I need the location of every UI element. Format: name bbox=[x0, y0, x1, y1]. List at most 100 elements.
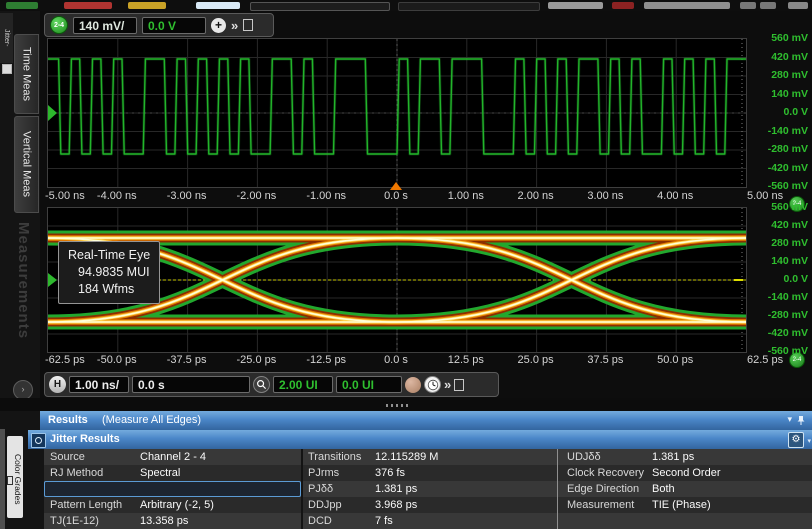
checkbox-icon[interactable] bbox=[7, 476, 13, 485]
jitter-mode-tab[interactable]: Jitter- bbox=[0, 13, 13, 63]
results-header[interactable]: Results (Measure All Edges) ▾ bbox=[40, 411, 812, 430]
dropdown-caret-icon[interactable]: ▾ bbox=[807, 437, 811, 445]
voltage-scale-label: 420 mV bbox=[746, 219, 808, 231]
result-row[interactable]: Pattern LengthArbitrary (-2, 5)DDJpp3.96… bbox=[44, 497, 812, 513]
result-label: UDJδδ bbox=[567, 451, 601, 463]
horizontal-position-field[interactable]: 0.0 s bbox=[132, 376, 250, 393]
voltage-scale-label: 560 mV bbox=[746, 32, 808, 44]
chrome-light-segment bbox=[196, 2, 240, 9]
eye-info-wfms: 184 Wfms bbox=[68, 281, 150, 298]
result-label: Pattern Length bbox=[50, 499, 122, 511]
chrome-gray-segment bbox=[548, 2, 603, 9]
tab-vertical-meas[interactable]: Vertical Meas bbox=[14, 116, 39, 213]
horizontal-toolbar: H 1.00 ns/ 0.0 s 2.00 UI 0.0 UI » bbox=[44, 372, 499, 397]
voltage-scale-label: 0.0 V bbox=[746, 106, 808, 118]
vertical-offset-field[interactable]: 0.0 V bbox=[142, 17, 206, 34]
result-value: 376 fs bbox=[375, 467, 405, 479]
result-value: Spectral bbox=[140, 467, 180, 479]
time-axis-label: 25.0 ps bbox=[504, 354, 568, 366]
tab-color-grades[interactable]: Color Grades bbox=[7, 436, 23, 518]
time-axis-label: 50.0 ps bbox=[643, 354, 707, 366]
result-value: 3.968 ps bbox=[375, 499, 417, 511]
channel-2-4-badge[interactable]: 2-4 bbox=[50, 16, 68, 34]
panel-handle-icon[interactable] bbox=[31, 433, 46, 448]
results-table: SourceChannel 2 - 4Transitions12.115289 … bbox=[44, 449, 812, 529]
clock-icon[interactable] bbox=[424, 376, 441, 393]
jitter-window-icon[interactable] bbox=[2, 64, 12, 74]
result-label: Edge Direction bbox=[567, 483, 639, 495]
table-divider bbox=[301, 449, 303, 529]
expand-chevrons-icon[interactable]: » bbox=[231, 18, 238, 33]
jitter-results-bar[interactable]: Jitter Results ⚙ ▾ bbox=[28, 430, 812, 449]
result-value: TIE (Phase) bbox=[652, 499, 711, 511]
horizontal-badge[interactable]: H bbox=[49, 376, 66, 393]
time-axis-label: 37.5 ps bbox=[573, 354, 637, 366]
chrome-gray-segment bbox=[760, 2, 776, 9]
chrome-green-segment bbox=[6, 2, 38, 9]
tab-time-meas[interactable]: Time Meas bbox=[14, 34, 39, 114]
chrome-outline-segment bbox=[398, 2, 540, 11]
time-axis-label: -12.5 ps bbox=[294, 354, 358, 366]
time-axis-label: -2.00 ns bbox=[224, 190, 288, 202]
time-axis-label: 4.00 ns bbox=[643, 190, 707, 202]
undock-icon[interactable] bbox=[243, 19, 253, 31]
channel-toolbar: 2-4 140 mV/ 0.0 V + » bbox=[44, 13, 274, 37]
results-subtitle: (Measure All Edges) bbox=[102, 414, 201, 426]
selected-row-highlight[interactable] bbox=[44, 481, 301, 497]
result-row[interactable]: RJ MethodSpectralPJrms376 fsClock Recove… bbox=[44, 465, 812, 481]
voltage-scale-label: 560 mV bbox=[746, 201, 808, 213]
time-axis-label: 0.0 s bbox=[364, 190, 428, 202]
result-row[interactable]: TJ(1E-12)13.358 psDCD7 fs bbox=[44, 513, 812, 529]
ui-position-field[interactable]: 0.0 UI bbox=[336, 376, 402, 393]
voltage-scale-label: -420 mV bbox=[746, 327, 808, 339]
chrome-gray-segment bbox=[788, 2, 808, 9]
time-axis-label: 3.00 ns bbox=[573, 190, 637, 202]
voltage-scale-label: 280 mV bbox=[746, 69, 808, 81]
expand-panel-button[interactable]: › bbox=[13, 380, 33, 400]
result-row[interactable]: SourceChannel 2 - 4Transitions12.115289 … bbox=[44, 449, 812, 465]
add-channel-icon[interactable]: + bbox=[211, 18, 226, 33]
result-label: Measurement bbox=[567, 499, 634, 511]
chrome-gray-segment bbox=[644, 2, 730, 9]
dropdown-caret-icon[interactable]: ▾ bbox=[787, 414, 792, 425]
status-indicator[interactable] bbox=[405, 377, 421, 393]
undock-icon[interactable] bbox=[454, 379, 464, 391]
voltage-scale-label: 420 mV bbox=[746, 51, 808, 63]
time-axis-label: 12.5 ps bbox=[434, 354, 498, 366]
divider-grip-icon[interactable] bbox=[386, 404, 408, 407]
voltage-scale-label: 140 mV bbox=[746, 255, 808, 267]
table-divider bbox=[557, 449, 558, 529]
time-axis-label: 2.00 ns bbox=[504, 190, 568, 202]
zoom-icon[interactable] bbox=[253, 376, 270, 393]
result-label: DCD bbox=[308, 515, 332, 527]
trigger-marker-icon[interactable] bbox=[390, 182, 402, 190]
time-axis-label: -4.00 ns bbox=[85, 190, 149, 202]
expand-chevrons-icon[interactable]: » bbox=[444, 377, 451, 392]
eye-info-title: Real-Time Eye bbox=[68, 247, 150, 264]
pin-icon[interactable] bbox=[796, 415, 806, 426]
result-value: 13.358 ps bbox=[140, 515, 188, 527]
result-label: DDJpp bbox=[308, 499, 342, 511]
time-axis-label: 5.00 ns bbox=[747, 190, 811, 202]
time-axis-label: -3.00 ns bbox=[155, 190, 219, 202]
chrome-yellow-segment bbox=[128, 2, 166, 9]
chrome-gray-segment bbox=[740, 2, 756, 9]
result-value: Both bbox=[652, 483, 675, 495]
time-axis-label: -37.5 ps bbox=[155, 354, 219, 366]
result-value: 12.115289 M bbox=[375, 451, 438, 463]
jitter-results-title: Jitter Results bbox=[50, 433, 120, 445]
horizontal-scale-field[interactable]: 1.00 ns/ bbox=[69, 376, 129, 393]
time-axis-label: -50.0 ps bbox=[85, 354, 149, 366]
results-left-strip bbox=[0, 429, 5, 529]
result-label: PJrms bbox=[308, 467, 339, 479]
result-value: Channel 2 - 4 bbox=[140, 451, 206, 463]
gear-icon[interactable]: ⚙ bbox=[788, 432, 804, 448]
waveform-plot[interactable] bbox=[47, 38, 747, 188]
voltage-scale-label: 280 mV bbox=[746, 237, 808, 249]
voltage-scale-label: -140 mV bbox=[746, 291, 808, 303]
voltage-scale-label: -420 mV bbox=[746, 162, 808, 174]
ui-scale-field[interactable]: 2.00 UI bbox=[273, 376, 333, 393]
oscilloscope-app: Jitter- Time Meas Vertical Meas Measurem… bbox=[0, 0, 812, 529]
time-axis-label: 0.0 s bbox=[364, 354, 428, 366]
vertical-scale-field[interactable]: 140 mV/ bbox=[73, 17, 137, 34]
